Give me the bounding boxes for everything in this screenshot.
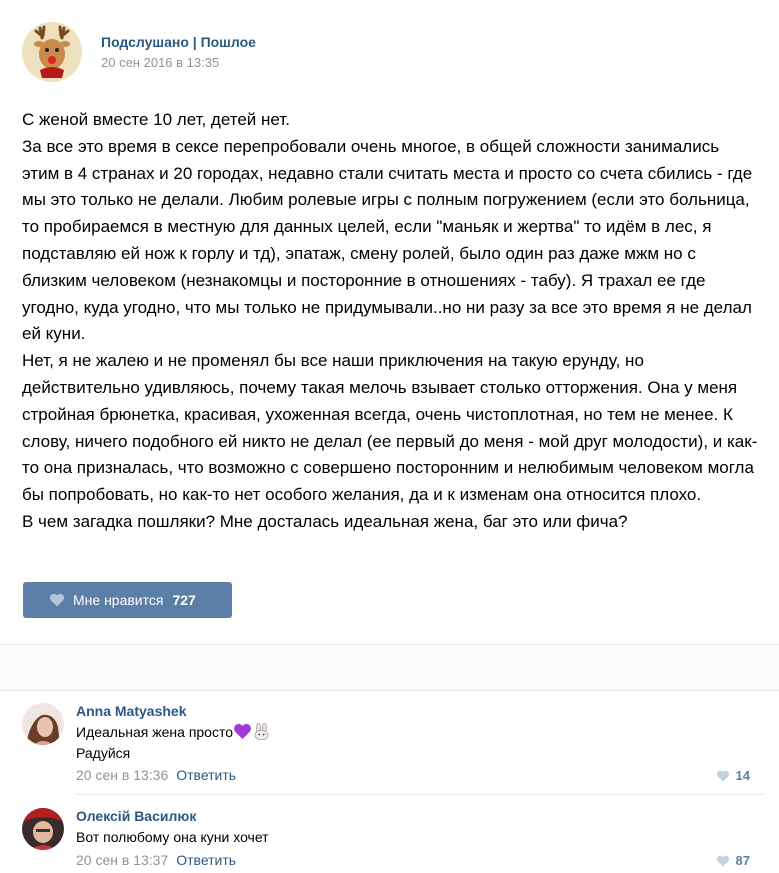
post-paragraph: Нет, я не жалею и не променял бы все наш…	[22, 351, 758, 505]
comment-like-count: 87	[735, 853, 750, 868]
comment-date[interactable]: 20 сен в 13:36	[76, 767, 168, 783]
post-paragraph: В чем загадка пошляки? Мне досталась иде…	[22, 511, 628, 531]
like-label: Мне нравится	[73, 592, 164, 608]
comment-meta: 20 сен в 13:37 Ответить	[76, 852, 236, 868]
comment-like-count: 14	[735, 768, 750, 783]
heart-icon	[716, 855, 729, 866]
comments-divider	[0, 644, 779, 691]
comment-like-button[interactable]: 87	[716, 853, 750, 868]
comment-line: Идеальная жена просто	[76, 724, 234, 740]
purple-heart-icon	[234, 723, 251, 739]
post-paragraph: За все это время в сексе перепробовали о…	[22, 136, 753, 344]
comment-line: Радуйся	[76, 745, 131, 761]
heart-icon	[49, 593, 65, 607]
user-photo-icon	[22, 703, 64, 745]
post-paragraph: С женой вместе 10 лет, детей нет.	[22, 110, 290, 129]
comment-author[interactable]: Олексій Василюк	[76, 808, 196, 824]
comment-date[interactable]: 20 сен в 13:37	[76, 852, 168, 868]
comment: Олексій Василюк Вот полюбому она куни хо…	[22, 808, 762, 873]
comment-line: Вот полюбому она куни хочет	[76, 829, 269, 845]
comment-divider	[76, 794, 764, 795]
comment-like-button[interactable]: 14	[716, 768, 750, 783]
reply-link[interactable]: Ответить	[176, 767, 236, 783]
comment-author[interactable]: Anna Matyashek	[76, 703, 186, 719]
user-photo-icon	[22, 808, 64, 850]
community-avatar[interactable]	[22, 22, 82, 82]
heart-icon	[716, 770, 729, 781]
post-date[interactable]: 20 сен 2016 в 13:35	[101, 55, 219, 70]
like-button[interactable]: Мне нравится 727	[23, 582, 232, 618]
comment-meta: 20 сен в 13:36 Ответить	[76, 767, 236, 783]
reply-link[interactable]: Ответить	[176, 852, 236, 868]
avatar[interactable]	[22, 703, 64, 745]
like-count: 727	[172, 592, 196, 608]
avatar[interactable]	[22, 808, 64, 850]
post-text: С женой вместе 10 лет, детей нет. За все…	[22, 107, 760, 536]
comment: Anna Matyashek Идеальная жена просто Рад…	[22, 703, 762, 788]
deer-icon	[22, 22, 82, 82]
post-author[interactable]: Подслушано | Пошлое	[101, 34, 256, 50]
comment-text: Идеальная жена просто Радуйся	[76, 722, 271, 764]
rabbit-icon	[254, 723, 269, 740]
comment-text: Вот полюбому она куни хочет	[76, 827, 269, 848]
post-header: Подслушано | Пошлое 20 сен 2016 в 13:35	[22, 22, 762, 82]
